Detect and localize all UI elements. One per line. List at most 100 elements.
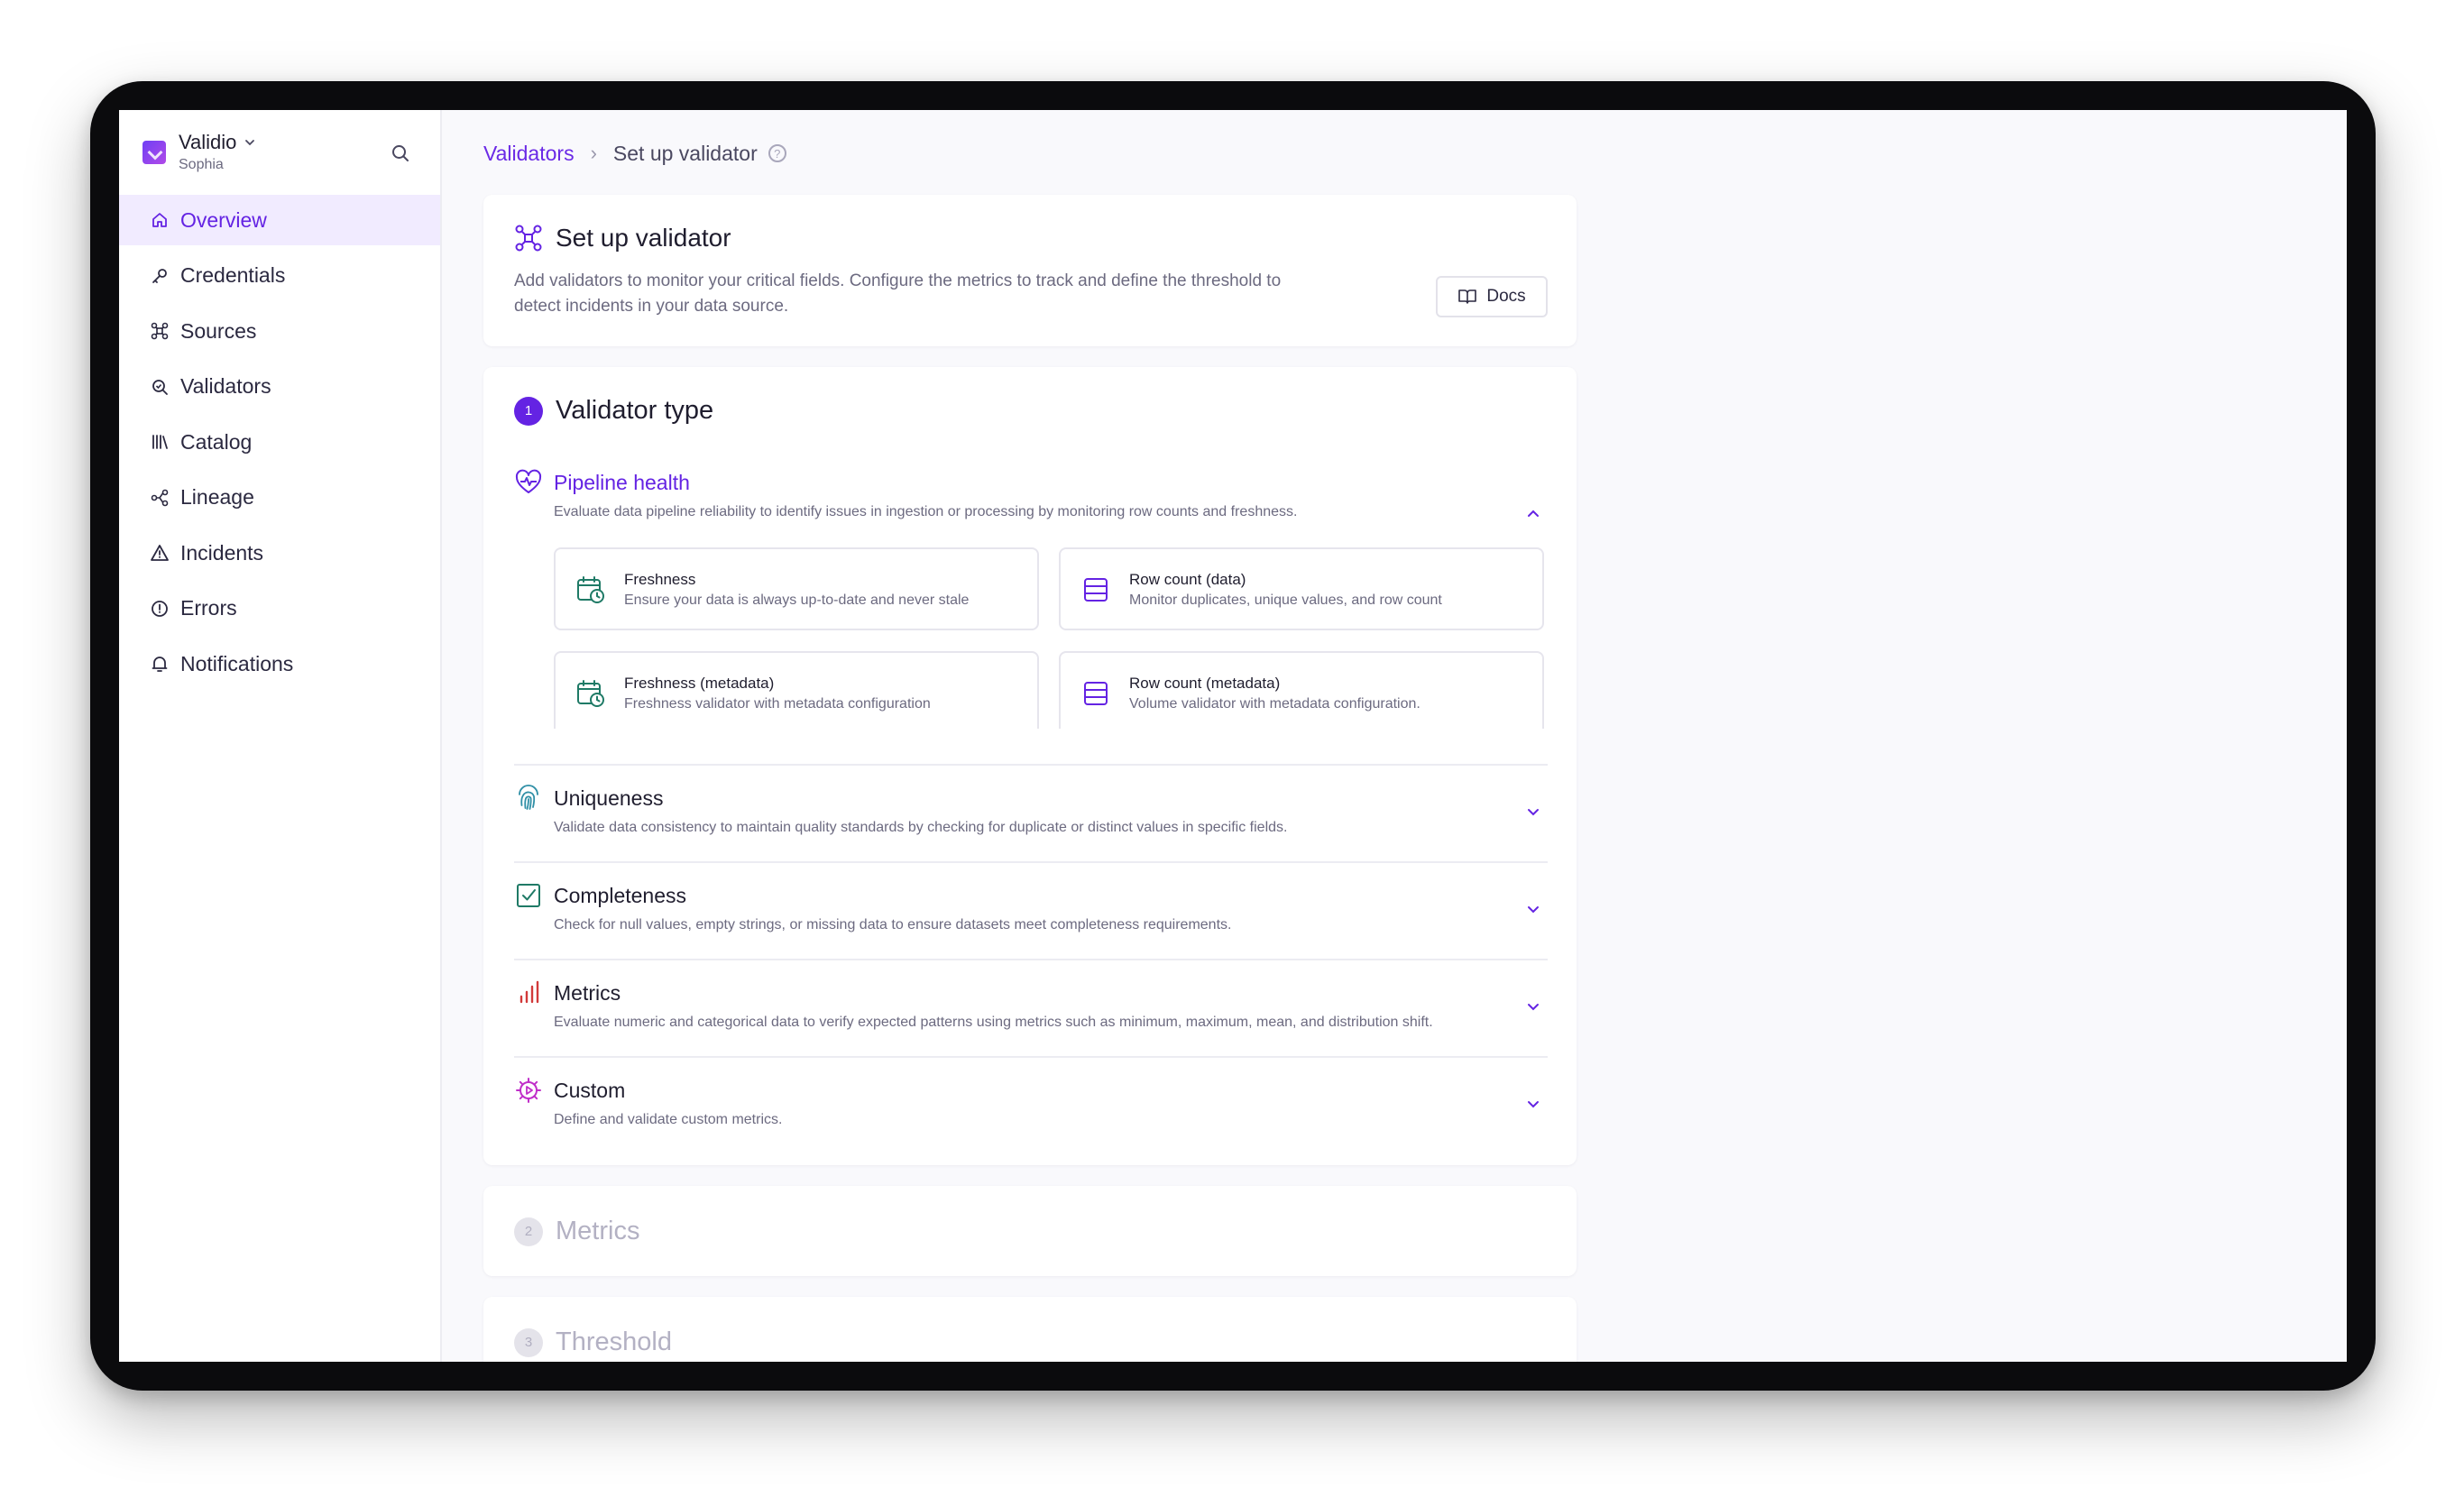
sidebar-item-label: Credentials [180,263,286,287]
step-number: 1 [514,396,543,426]
sidebar-item-overview[interactable]: Overview [119,195,440,245]
validator-setup-icon [515,225,542,252]
sidebar-item-label: Overview [180,207,267,232]
category-metrics[interactable]: Metrics Evaluate numeric and categorical… [514,978,1548,1031]
option-freshness-metadata[interactable]: Freshness (metadata) Freshness validator… [554,651,1039,729]
chevron-down-icon[interactable] [1524,998,1542,1016]
step-number: 2 [514,1217,543,1246]
sidebar-item-label: Validators [180,374,271,398]
docs-button[interactable]: Docs [1436,276,1548,317]
checkbox-icon [517,884,540,907]
sidebar: Validio Sophia Overview Credentials Sour… [119,110,442,1362]
divider [514,959,1548,960]
table-rows-icon [1084,682,1108,705]
device-frame: Validio Sophia Overview Credentials Sour… [90,81,2376,1391]
sidebar-item-label: Errors [180,596,237,620]
sidebar-item-credentials[interactable]: Credentials [119,251,440,301]
page-title: Set up validator [556,224,731,252]
setup-header-card: Set up validator Add validators to monit… [483,195,1577,346]
key-icon [150,266,170,286]
option-title: Row count (data) [1129,571,1246,588]
option-row-count-data[interactable]: Row count (data) Monitor duplicates, uni… [1059,547,1544,630]
sidebar-item-sources[interactable]: Sources [119,306,440,356]
app-screen: Validio Sophia Overview Credentials Sour… [119,110,2347,1362]
step-number: 3 [514,1327,543,1357]
home-icon [150,210,170,230]
breadcrumb: Validators › Set up validator ? [483,110,786,197]
category-pipeline-health[interactable]: Pipeline health Evaluate data pipeline r… [514,468,1548,520]
workspace-user: Sophia [179,157,224,172]
category-title: Metrics [554,980,621,1005]
divider [514,861,1548,863]
option-description: Monitor duplicates, unique values, and r… [1129,592,1442,608]
page-description: Add validators to monitor your critical … [514,271,1282,316]
bell-icon [150,654,170,674]
chevron-up-icon[interactable] [1524,504,1542,522]
step-metrics: 2 Metrics [514,1217,639,1246]
chevron-down-icon[interactable] [1524,804,1542,822]
table-rows-icon [1084,578,1108,602]
option-title: Freshness [624,571,696,588]
fingerprint-icon [519,785,538,810]
step-validator-type: 1 Validator type [514,396,713,426]
chevron-down-icon[interactable] [1524,1096,1542,1114]
category-description: Validate data consistency to maintain qu… [554,820,1288,835]
sidebar-item-label: Sources [180,318,257,343]
error-icon [150,599,170,619]
chevron-right-icon: › [590,142,597,164]
workspace-name: Validio [179,131,237,153]
sidebar-item-label: Notifications [180,651,294,675]
category-description: Evaluate numeric and categorical data to… [554,1015,1433,1030]
category-title: Completeness [554,883,687,907]
category-title: Custom [554,1078,626,1102]
category-description: Evaluate data pipeline reliability to id… [554,504,1298,519]
sidebar-nav: Overview Credentials Sources Validators … [119,195,440,689]
step-label: Threshold [556,1327,672,1356]
validator-type-card: 1 Validator type Pipeline health Evaluat… [483,367,1577,1165]
sources-icon [150,321,170,341]
option-description: Ensure your data is always up-to-date an… [624,592,970,608]
option-title: Row count (metadata) [1129,675,1281,692]
option-freshness[interactable]: Freshness Ensure your data is always up-… [554,547,1039,630]
sidebar-item-validators[interactable]: Validators [119,362,440,412]
metrics-step-card[interactable]: 2 Metrics [483,1186,1577,1276]
workspace-switcher[interactable]: Validio Sophia [119,110,440,195]
threshold-step-card[interactable]: 3 Threshold [483,1297,1577,1362]
help-icon[interactable]: ? [768,144,786,162]
step-label: Metrics [556,1217,640,1245]
warning-icon [150,543,170,563]
breadcrumb-current: Set up validator [612,141,758,165]
calendar-clock-icon [577,576,604,603]
book-icon [1458,289,1477,304]
category-title: Uniqueness [554,785,664,810]
sidebar-item-incidents[interactable]: Incidents [119,528,440,578]
sidebar-item-notifications[interactable]: Notifications [119,638,440,689]
breadcrumb-validators-link[interactable]: Validators [483,142,575,166]
bar-chart-icon [519,980,539,1004]
category-custom[interactable]: Custom Define and validate custom metric… [514,1076,1548,1128]
sidebar-item-errors[interactable]: Errors [119,583,440,634]
category-uniqueness[interactable]: Uniqueness Validate data consistency to … [514,784,1548,836]
divider [514,764,1548,766]
chevron-down-icon[interactable] [1524,901,1542,919]
validio-logo-icon [143,141,166,164]
sidebar-item-label: Lineage [180,485,254,509]
step-threshold: 3 Threshold [514,1327,672,1357]
calendar-clock-icon [577,680,604,707]
option-row-count-metadata[interactable]: Row count (metadata) Volume validator wi… [1059,651,1544,729]
sidebar-item-lineage[interactable]: Lineage [119,473,440,523]
option-description: Freshness validator with metadata config… [624,696,931,712]
lineage-icon [150,488,170,508]
divider [514,1056,1548,1058]
sidebar-item-label: Catalog [180,429,253,454]
main-content: Validators › Set up validator ? Set up v… [442,110,2347,1362]
option-description: Volume validator with metadata configura… [1129,696,1420,712]
validators-icon [150,377,170,397]
sidebar-item-label: Incidents [180,540,264,565]
step-label: Validator type [556,396,714,425]
category-description: Define and validate custom metrics. [554,1112,783,1127]
option-title: Freshness (metadata) [624,675,775,692]
sidebar-item-catalog[interactable]: Catalog [119,417,440,467]
category-completeness[interactable]: Completeness Check for null values, empt… [514,881,1548,933]
search-icon[interactable] [390,142,411,164]
